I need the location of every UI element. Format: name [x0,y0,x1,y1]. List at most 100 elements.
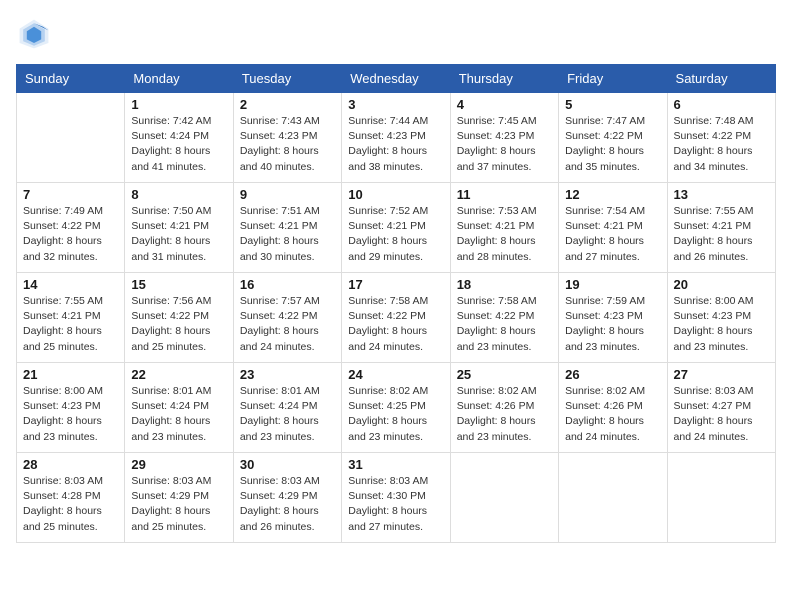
day-info: Sunrise: 7:52 AMSunset: 4:21 PMDaylight:… [348,204,443,265]
logo [16,16,58,52]
day-header-friday: Friday [559,65,667,93]
day-cell: 11 Sunrise: 7:53 AMSunset: 4:21 PMDayligh… [450,183,558,273]
day-info: Sunrise: 7:58 AMSunset: 4:22 PMDaylight:… [457,294,552,355]
day-info: Sunrise: 7:48 AMSunset: 4:22 PMDaylight:… [674,114,769,175]
day-cell: 30Sunrise: 8:03 AMSunset: 4:29 PMDayligh… [233,453,341,543]
day-number: 3 [348,97,443,112]
page-header [16,16,776,52]
day-cell: 23 Sunrise: 8:01 AMSunset: 4:24 PMDayligh… [233,363,341,453]
day-number: 13 [674,187,769,202]
day-info: Sunrise: 7:44 AMSunset: 4:23 PMDaylight:… [348,114,443,175]
day-header-tuesday: Tuesday [233,65,341,93]
day-number: 16 [240,277,335,292]
day-number: 5 [565,97,660,112]
day-header-wednesday: Wednesday [342,65,450,93]
day-info: Sunrise: 7:47 AMSunset: 4:22 PMDaylight:… [565,114,660,175]
day-number: 17 [348,277,443,292]
day-cell: 18Sunrise: 7:58 AMSunset: 4:22 PMDayligh… [450,273,558,363]
day-number: 1 [131,97,226,112]
day-number: 25 [457,367,552,382]
day-info: Sunrise: 7:50 AMSunset: 4:21 PMDaylight:… [131,204,226,265]
day-info: Sunrise: 7:55 AMSunset: 4:21 PMDaylight:… [674,204,769,265]
day-cell [450,453,558,543]
day-info: Sunrise: 7:59 AMSunset: 4:23 PMDaylight:… [565,294,660,355]
day-info: Sunrise: 7:58 AMSunset: 4:22 PMDaylight:… [348,294,443,355]
day-number: 10 [348,187,443,202]
day-cell: 16 Sunrise: 7:57 AMSunset: 4:22 PMDayligh… [233,273,341,363]
day-info: Sunrise: 8:00 AMSunset: 4:23 PMDaylight:… [23,384,118,445]
day-cell: 25 Sunrise: 8:02 AMSunset: 4:26 PMDayligh… [450,363,558,453]
day-cell: 26 Sunrise: 8:02 AMSunset: 4:26 PMDayligh… [559,363,667,453]
day-number: 21 [23,367,118,382]
day-number: 14 [23,277,118,292]
day-cell: 6 Sunrise: 7:48 AMSunset: 4:22 PMDaylight… [667,93,775,183]
day-info: Sunrise: 7:54 AMSunset: 4:21 PMDaylight:… [565,204,660,265]
day-info: Sunrise: 7:49 AMSunset: 4:22 PMDaylight:… [23,204,118,265]
day-number: 6 [674,97,769,112]
day-number: 27 [674,367,769,382]
day-info: Sunrise: 8:03 AMSunset: 4:29 PMDaylight:… [240,474,335,535]
day-info: Sunrise: 7:45 AMSunset: 4:23 PMDaylight:… [457,114,552,175]
day-info: Sunrise: 7:42 AMSunset: 4:24 PMDaylight:… [131,114,226,175]
day-number: 2 [240,97,335,112]
day-number: 23 [240,367,335,382]
day-cell: 15Sunrise: 7:56 AMSunset: 4:22 PMDayligh… [125,273,233,363]
day-cell: 13 Sunrise: 7:55 AMSunset: 4:21 PMDayligh… [667,183,775,273]
day-header-monday: Monday [125,65,233,93]
day-number: 22 [131,367,226,382]
day-number: 24 [348,367,443,382]
day-info: Sunrise: 8:03 AMSunset: 4:28 PMDaylight:… [23,474,118,535]
week-row-4: 21 Sunrise: 8:00 AMSunset: 4:23 PMDayligh… [17,363,776,453]
day-cell: 20 Sunrise: 8:00 AMSunset: 4:23 PMDayligh… [667,273,775,363]
day-cell: 19 Sunrise: 7:59 AMSunset: 4:23 PMDayligh… [559,273,667,363]
day-info: Sunrise: 8:00 AMSunset: 4:23 PMDaylight:… [674,294,769,355]
day-number: 4 [457,97,552,112]
day-info: Sunrise: 8:03 AMSunset: 4:27 PMDaylight:… [674,384,769,445]
day-number: 12 [565,187,660,202]
week-row-2: 7 Sunrise: 7:49 AMSunset: 4:22 PMDaylight… [17,183,776,273]
day-number: 29 [131,457,226,472]
day-cell [559,453,667,543]
day-cell: 1 Sunrise: 7:42 AMSunset: 4:24 PMDaylight… [125,93,233,183]
day-number: 28 [23,457,118,472]
day-number: 11 [457,187,552,202]
day-info: Sunrise: 8:01 AMSunset: 4:24 PMDaylight:… [240,384,335,445]
day-cell: 4 Sunrise: 7:45 AMSunset: 4:23 PMDaylight… [450,93,558,183]
day-cell: 5 Sunrise: 7:47 AMSunset: 4:22 PMDaylight… [559,93,667,183]
day-info: Sunrise: 8:02 AMSunset: 4:26 PMDaylight:… [457,384,552,445]
day-cell: 7 Sunrise: 7:49 AMSunset: 4:22 PMDaylight… [17,183,125,273]
day-number: 9 [240,187,335,202]
logo-icon [16,16,52,52]
day-cell: 3 Sunrise: 7:44 AMSunset: 4:23 PMDaylight… [342,93,450,183]
day-number: 20 [674,277,769,292]
day-info: Sunrise: 7:53 AMSunset: 4:21 PMDaylight:… [457,204,552,265]
day-number: 7 [23,187,118,202]
day-number: 31 [348,457,443,472]
day-number: 26 [565,367,660,382]
day-header-saturday: Saturday [667,65,775,93]
day-cell: 21 Sunrise: 8:00 AMSunset: 4:23 PMDayligh… [17,363,125,453]
day-cell [17,93,125,183]
day-info: Sunrise: 7:51 AMSunset: 4:21 PMDaylight:… [240,204,335,265]
day-number: 19 [565,277,660,292]
day-cell: 10 Sunrise: 7:52 AMSunset: 4:21 PMDayligh… [342,183,450,273]
day-info: Sunrise: 7:43 AMSunset: 4:23 PMDaylight:… [240,114,335,175]
day-number: 15 [131,277,226,292]
header-row: SundayMondayTuesdayWednesdayThursdayFrid… [17,65,776,93]
day-cell: 9 Sunrise: 7:51 AMSunset: 4:21 PMDaylight… [233,183,341,273]
day-cell: 17 Sunrise: 7:58 AMSunset: 4:22 PMDayligh… [342,273,450,363]
day-header-sunday: Sunday [17,65,125,93]
day-cell: 12 Sunrise: 7:54 AMSunset: 4:21 PMDayligh… [559,183,667,273]
day-cell: 27 Sunrise: 8:03 AMSunset: 4:27 PMDayligh… [667,363,775,453]
day-cell: 28 Sunrise: 8:03 AMSunset: 4:28 PMDayligh… [17,453,125,543]
week-row-3: 14Sunrise: 7:55 AMSunset: 4:21 PMDayligh… [17,273,776,363]
day-cell: 2 Sunrise: 7:43 AMSunset: 4:23 PMDaylight… [233,93,341,183]
day-number: 8 [131,187,226,202]
day-info: Sunrise: 8:03 AMSunset: 4:30 PMDaylight:… [348,474,443,535]
week-row-1: 1 Sunrise: 7:42 AMSunset: 4:24 PMDaylight… [17,93,776,183]
day-cell: 22Sunrise: 8:01 AMSunset: 4:24 PMDayligh… [125,363,233,453]
day-cell: 14Sunrise: 7:55 AMSunset: 4:21 PMDayligh… [17,273,125,363]
day-info: Sunrise: 7:57 AMSunset: 4:22 PMDaylight:… [240,294,335,355]
day-cell [667,453,775,543]
day-info: Sunrise: 8:02 AMSunset: 4:26 PMDaylight:… [565,384,660,445]
